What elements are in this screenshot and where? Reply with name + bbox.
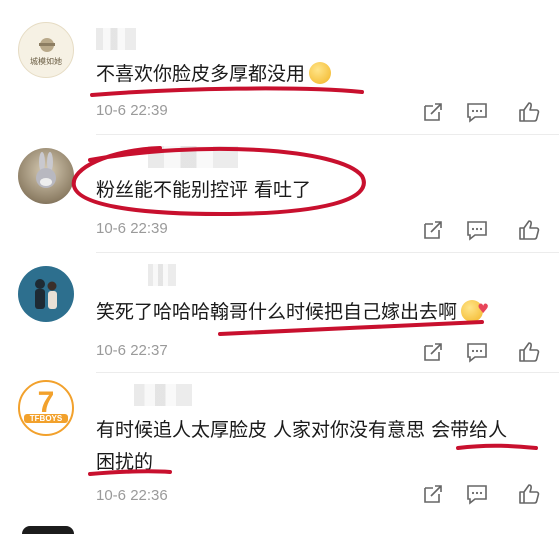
action-bar xyxy=(421,218,541,242)
comment-icon[interactable] xyxy=(465,100,489,124)
like-icon[interactable] xyxy=(517,340,541,364)
share-icon[interactable] xyxy=(421,100,445,124)
username-redacted[interactable] xyxy=(148,264,176,286)
like-icon[interactable] xyxy=(517,218,541,242)
avatar[interactable] xyxy=(18,148,74,204)
comment-text: 不喜欢你脸皮多厚都没用 xyxy=(96,58,332,90)
comment-text-line2: 困扰的 xyxy=(96,451,154,473)
timestamp: 10-6 22:37 xyxy=(96,342,168,359)
avatar-label: TFBOYS xyxy=(24,414,68,423)
share-icon[interactable] xyxy=(421,218,445,242)
comment-icon[interactable] xyxy=(465,340,489,364)
divider xyxy=(96,134,559,135)
action-bar xyxy=(421,100,541,124)
like-icon[interactable] xyxy=(517,100,541,124)
share-icon[interactable] xyxy=(421,340,445,364)
avatar-logo-icon xyxy=(39,38,55,52)
comment-text: 粉丝能不能别控评 看吐了 xyxy=(96,179,312,201)
next-avatar-partial xyxy=(22,526,74,534)
divider xyxy=(96,372,559,373)
divider xyxy=(96,252,559,253)
comment-text: 笑死了哈哈哈翰哥什么时候把自己嫁出去啊 xyxy=(96,294,489,328)
action-bar xyxy=(421,340,541,364)
action-bar xyxy=(421,482,541,506)
heart-eyes-emoji-icon xyxy=(461,294,489,326)
username-redacted[interactable] xyxy=(134,384,192,406)
username-redacted[interactable] xyxy=(96,28,136,50)
timestamp: 10-6 22:39 xyxy=(96,102,168,119)
timestamp: 10-6 22:39 xyxy=(96,220,168,237)
username-redacted[interactable] xyxy=(148,146,238,168)
avatar-label: 城模如她 xyxy=(30,57,62,66)
avatar[interactable] xyxy=(18,266,74,322)
rabbit-avatar-icon xyxy=(36,152,56,188)
avatar[interactable]: 城模如她 xyxy=(18,22,74,78)
avatar[interactable]: 7 TFBOYS xyxy=(18,380,74,436)
comment-icon[interactable] xyxy=(465,218,489,242)
share-icon[interactable] xyxy=(421,482,445,506)
timestamp: 10-6 22:36 xyxy=(96,487,168,504)
smirk-emoji-icon xyxy=(309,62,332,84)
like-icon[interactable] xyxy=(517,482,541,506)
comment-text: 有时候追人太厚脸皮 人家对你没有意思 会带给人 xyxy=(96,419,508,441)
comment-icon[interactable] xyxy=(465,482,489,506)
couple-avatar-icon xyxy=(35,279,57,309)
annotation-underline-4a xyxy=(456,443,538,450)
